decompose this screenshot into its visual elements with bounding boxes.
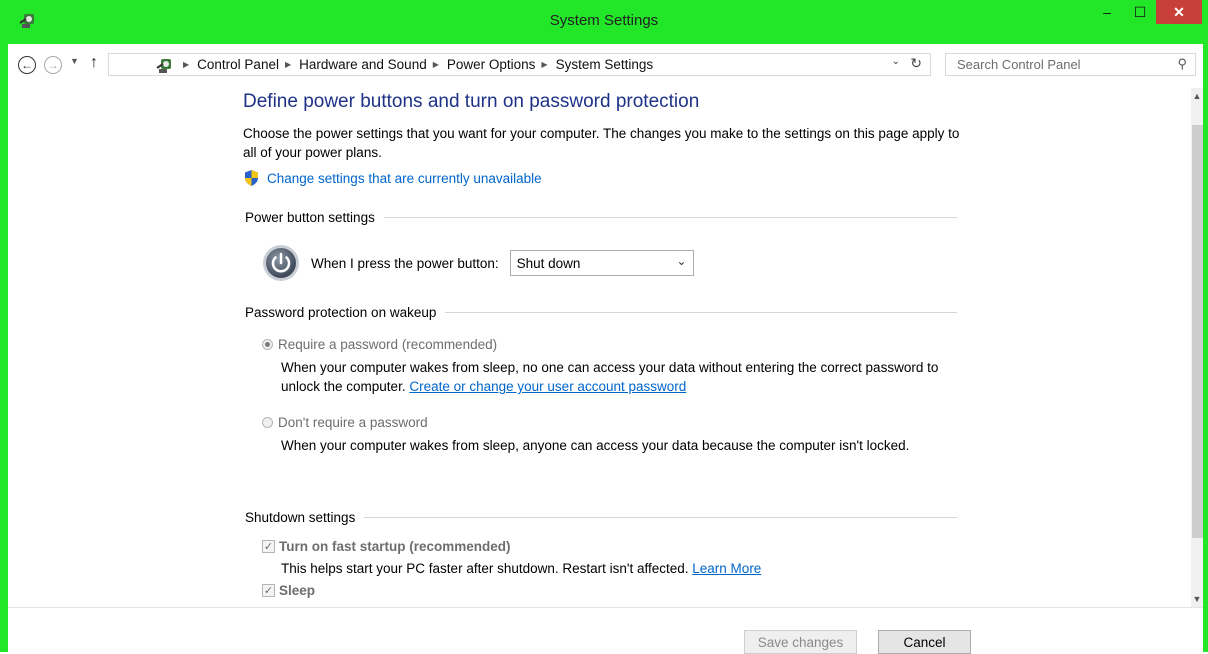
search-input[interactable]: Search Control Panel ⚲ xyxy=(945,53,1196,76)
password-protection-label: Password protection on wakeup xyxy=(245,305,437,320)
back-arrow-icon[interactable]: ← xyxy=(18,56,36,74)
fast-startup-option[interactable]: ✓ Turn on fast startup (recommended) xyxy=(262,539,511,554)
title-bar: System Settings – ☐ ✕ xyxy=(0,0,1208,44)
recent-locations-chevron-icon[interactable]: ▼ xyxy=(70,56,79,66)
no-password-label[interactable]: Don't require a password xyxy=(278,415,428,430)
shutdown-settings-heading: Shutdown settings xyxy=(245,510,957,525)
change-unavailable-settings-link[interactable]: Change settings that are currently unava… xyxy=(243,169,542,187)
breadcrumb-separator-icon[interactable]: ▶ xyxy=(433,60,439,69)
chevron-down-icon[interactable]: ⌄ xyxy=(677,254,687,268)
change-unavailable-settings-label[interactable]: Change settings that are currently unava… xyxy=(267,171,542,186)
no-password-description: When your computer wakes from sleep, any… xyxy=(281,438,910,453)
minimize-button[interactable]: – xyxy=(1093,0,1121,24)
power-button-action-select[interactable]: Shut down ⌄ xyxy=(509,250,694,276)
breadcrumb-separator-icon[interactable]: ▶ xyxy=(183,60,189,69)
breadcrumb-hardware-and-sound[interactable]: Hardware and Sound xyxy=(299,57,427,72)
no-password-option[interactable]: Don't require a password xyxy=(262,415,428,430)
maximize-button[interactable]: ☐ xyxy=(1125,0,1155,24)
search-icon[interactable]: ⚲ xyxy=(1177,56,1187,72)
power-button-settings-heading: Power button settings xyxy=(245,210,957,225)
power-button-label: When I press the power button: xyxy=(311,255,499,271)
vertical-scrollbar[interactable]: ▲ ▼ xyxy=(1191,88,1203,607)
breadcrumb-separator-icon[interactable]: ▶ xyxy=(285,60,291,69)
control-panel-icon xyxy=(156,58,171,73)
navigation-bar: ← → ▼ ↑ ▶ Control Panel ▶ Hardware and S… xyxy=(8,44,1203,88)
sleep-option[interactable]: ✓ Sleep xyxy=(262,583,315,598)
settings-content: Define power buttons and turn on passwor… xyxy=(8,88,1191,607)
refresh-icon[interactable]: ↻ xyxy=(910,55,922,72)
password-protection-heading: Password protection on wakeup xyxy=(245,305,957,320)
intro-text: Choose the power settings that you want … xyxy=(243,126,960,160)
save-changes-button[interactable]: Save changes xyxy=(744,630,857,654)
require-password-label[interactable]: Require a password (recommended) xyxy=(278,337,497,352)
up-arrow-icon[interactable]: ↑ xyxy=(90,54,98,72)
page-title: Define power buttons and turn on passwor… xyxy=(243,91,700,112)
require-password-option[interactable]: Require a password (recommended) xyxy=(262,337,497,352)
learn-more-link[interactable]: Learn More xyxy=(692,561,761,576)
window-title: System Settings xyxy=(549,12,659,29)
fast-startup-desc-text: This helps start your PC faster after sh… xyxy=(281,561,689,576)
breadcrumb-control-panel[interactable]: Control Panel xyxy=(197,57,279,72)
window-client: ← → ▼ ↑ ▶ Control Panel ▶ Hardware and S… xyxy=(8,44,1203,654)
close-button[interactable]: ✕ xyxy=(1156,0,1202,24)
power-button-action-value: Shut down xyxy=(516,256,581,271)
section-divider xyxy=(445,312,957,313)
power-button-icon xyxy=(263,245,299,281)
breadcrumb-system-settings[interactable]: System Settings xyxy=(556,57,654,72)
section-divider xyxy=(364,517,957,518)
section-divider xyxy=(383,217,957,218)
require-password-radio[interactable] xyxy=(262,339,273,350)
fast-startup-checkbox[interactable]: ✓ xyxy=(262,540,275,553)
change-password-link[interactable]: Create or change your user account passw… xyxy=(409,379,686,394)
require-password-description: When your computer wakes from sleep, no … xyxy=(281,358,941,396)
address-dropdown-icon[interactable]: ⌄ xyxy=(892,56,900,67)
fast-startup-description: This helps start your PC faster after sh… xyxy=(281,559,941,578)
power-button-row: When I press the power button: Shut down… xyxy=(262,244,694,282)
breadcrumb-separator-icon[interactable]: ▶ xyxy=(541,60,547,69)
shutdown-settings-label: Shutdown settings xyxy=(245,510,356,525)
scroll-down-icon[interactable]: ▼ xyxy=(1191,594,1203,604)
uac-shield-icon xyxy=(245,170,258,186)
sleep-label[interactable]: Sleep xyxy=(279,583,315,598)
power-button-settings-label: Power button settings xyxy=(245,210,375,225)
address-bar[interactable]: ▶ Control Panel ▶ Hardware and Sound ▶ P… xyxy=(108,53,931,76)
no-password-radio[interactable] xyxy=(262,417,273,428)
search-placeholder: Search Control Panel xyxy=(957,57,1081,72)
cancel-button[interactable]: Cancel xyxy=(878,630,971,654)
button-footer: Save changes Cancel xyxy=(8,607,1203,654)
fast-startup-label[interactable]: Turn on fast startup (recommended) xyxy=(279,539,511,554)
forward-arrow-icon[interactable]: → xyxy=(44,56,62,74)
sleep-checkbox[interactable]: ✓ xyxy=(262,584,275,597)
scroll-up-icon[interactable]: ▲ xyxy=(1191,91,1203,101)
breadcrumb-power-options[interactable]: Power Options xyxy=(447,57,536,72)
scroll-thumb[interactable] xyxy=(1192,125,1203,538)
